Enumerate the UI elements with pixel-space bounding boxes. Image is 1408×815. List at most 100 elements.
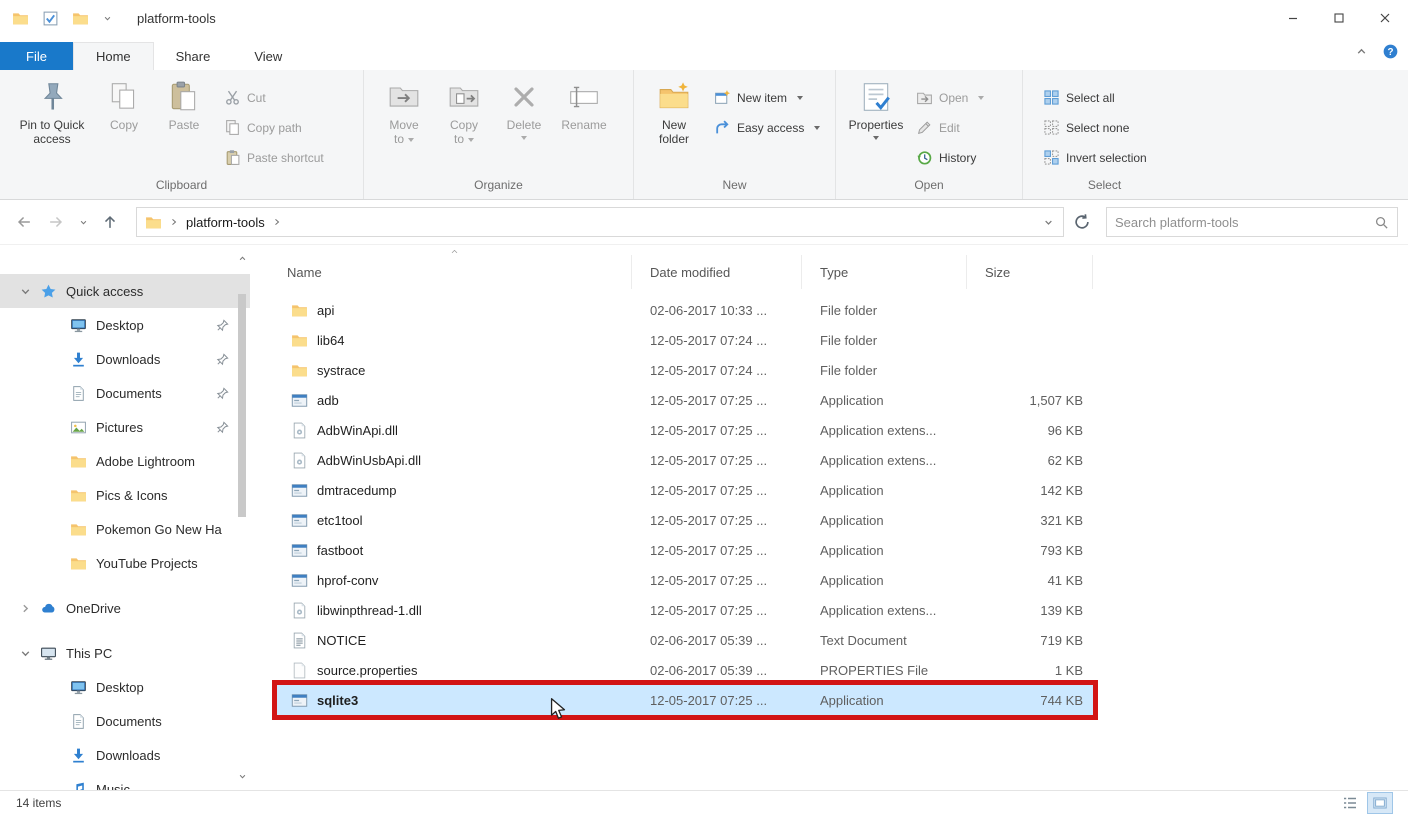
new-folder-button[interactable]: New folder <box>644 78 704 146</box>
copy-to-button[interactable]: Copy to <box>434 78 494 146</box>
file-row[interactable]: adb 12-05-2017 07:25 ... Application 1,507 … <box>277 385 1093 415</box>
file-name-text: api <box>317 302 335 318</box>
scroll-up-icon[interactable] <box>237 253 248 264</box>
sidebar-item-this-pc[interactable]: This PC <box>0 636 250 670</box>
sidebar-item-desktop[interactable]: Desktop <box>0 670 250 704</box>
qat-customize-chevron-icon[interactable] <box>102 13 113 24</box>
chevron-right-icon[interactable] <box>18 601 33 616</box>
paste-shortcut-button[interactable]: Paste shortcut <box>224 147 324 168</box>
rename-button[interactable]: Rename <box>554 78 614 132</box>
qat-properties-icon[interactable] <box>42 10 59 27</box>
file-row[interactable]: AdbWinUsbApi.dll 12-05-2017 07:25 ... Appl… <box>277 445 1093 475</box>
back-button[interactable] <box>10 210 38 234</box>
sort-ascending-icon[interactable] <box>448 247 461 256</box>
file-date-modified: 12-05-2017 07:25 ... <box>650 422 768 438</box>
sidebar-item-adobe-lightroom[interactable]: Adobe Lightroom <box>0 444 250 478</box>
search-input[interactable] <box>1115 214 1374 230</box>
new-item-icon <box>714 89 731 106</box>
file-row[interactable]: api 02-06-2017 10:33 ... File folder <box>277 295 1093 325</box>
paste-button[interactable]: Paste <box>154 78 214 132</box>
sidebar-item-pokemon-go-new-ha[interactable]: Pokemon Go New Ha <box>0 512 250 546</box>
breadcrumb-platform-tools[interactable]: platform-tools <box>186 215 265 230</box>
sidebar-item-pictures[interactable]: Pictures <box>0 410 250 444</box>
minimize-button[interactable] <box>1270 0 1316 36</box>
file-row[interactable]: systrace 12-05-2017 07:24 ... File folder <box>277 355 1093 385</box>
up-button[interactable] <box>96 210 124 234</box>
search-box[interactable] <box>1106 207 1398 237</box>
file-row[interactable]: sqlite3 12-05-2017 07:25 ... Application 74… <box>277 685 1093 715</box>
select-all-button[interactable]: Select all <box>1043 87 1147 108</box>
sidebar-item-quick-access[interactable]: Quick access <box>0 274 250 308</box>
chevron-down-icon[interactable] <box>18 646 33 661</box>
details-view-button[interactable] <box>1338 793 1362 813</box>
copy-path-button[interactable]: Copy path <box>224 117 324 138</box>
main-content: Quick access Desktop Downloads Documents Pic… <box>0 245 1408 790</box>
qat-new-folder-icon[interactable] <box>72 10 89 27</box>
sidebar-item-downloads[interactable]: Downloads <box>0 342 250 376</box>
copy-button[interactable]: Copy <box>94 78 154 132</box>
move-to-button[interactable]: Move to <box>374 78 434 146</box>
location-folder-icon <box>145 214 162 231</box>
group-label-select: Select <box>1087 178 1122 192</box>
properties-button[interactable]: Properties <box>846 78 906 140</box>
cut-button[interactable]: Cut <box>224 87 324 108</box>
address-dropdown-icon[interactable] <box>1042 216 1055 229</box>
maximize-button[interactable] <box>1316 0 1362 36</box>
scroll-down-icon[interactable] <box>237 771 248 782</box>
pin-to-quick-access-button[interactable]: Pin to Quick access <box>10 78 94 146</box>
refresh-button[interactable] <box>1068 210 1096 234</box>
scrollbar-thumb[interactable] <box>238 294 246 518</box>
tab-view[interactable]: View <box>232 42 304 70</box>
close-button[interactable] <box>1362 0 1408 36</box>
paste-shortcut-label: Paste shortcut <box>247 150 324 165</box>
breadcrumb-separator-icon[interactable] <box>271 216 283 228</box>
history-button[interactable]: History <box>916 147 984 168</box>
file-date-modified: 12-05-2017 07:25 ... <box>650 392 768 408</box>
tab-file[interactable]: File <box>0 42 73 70</box>
ribbon-tab-strip: File Home Share View ? <box>0 36 1408 70</box>
file-row[interactable]: AdbWinApi.dll 12-05-2017 07:25 ... Applica… <box>277 415 1093 445</box>
new-item-button[interactable]: New item <box>714 87 820 108</box>
help-icon[interactable]: ? <box>1383 44 1398 59</box>
open-button[interactable]: Open <box>916 87 985 108</box>
easy-access-button[interactable]: Easy access <box>714 117 821 138</box>
tab-share[interactable]: Share <box>154 42 233 70</box>
file-row[interactable]: hprof-conv 12-05-2017 07:25 ... Applicatio… <box>277 565 1093 595</box>
sidebar-item-pics-icons[interactable]: Pics & Icons <box>0 478 250 512</box>
file-row[interactable]: etc1tool 12-05-2017 07:25 ... Application 3… <box>277 505 1093 535</box>
delete-button[interactable]: Delete <box>494 78 554 140</box>
sidebar-item-music[interactable]: Music <box>0 772 250 790</box>
breadcrumb-separator-icon[interactable] <box>168 216 180 228</box>
sidebar-item-onedrive[interactable]: OneDrive <box>0 591 250 625</box>
sidebar-item-documents[interactable]: Documents <box>0 704 250 738</box>
select-none-button[interactable]: Select none <box>1043 117 1147 138</box>
search-icon[interactable] <box>1374 215 1389 230</box>
column-header-date-modified[interactable]: Date modified <box>632 255 802 289</box>
sidebar-item-downloads[interactable]: Downloads <box>0 738 250 772</box>
sidebar-scrollbar[interactable] <box>235 253 249 782</box>
sidebar-item-documents[interactable]: Documents <box>0 376 250 410</box>
file-row[interactable]: fastboot 12-05-2017 07:25 ... Application 7… <box>277 535 1093 565</box>
forward-button[interactable] <box>42 210 70 234</box>
sidebar-item-desktop[interactable]: Desktop <box>0 308 250 342</box>
file-row[interactable]: libwinpthread-1.dll 12-05-2017 07:25 ... A… <box>277 595 1093 625</box>
column-header-size[interactable]: Size <box>967 255 1093 289</box>
file-row[interactable]: source.properties 02-06-2017 05:39 ... PRO… <box>277 655 1093 685</box>
column-header-type[interactable]: Type <box>802 255 967 289</box>
pin-icon <box>215 318 230 333</box>
minimize-ribbon-icon[interactable] <box>1354 44 1369 59</box>
edit-button[interactable]: Edit <box>916 117 984 138</box>
large-icons-view-button[interactable] <box>1367 792 1393 814</box>
tab-home[interactable]: Home <box>72 42 154 70</box>
file-row[interactable]: dmtracedump 12-05-2017 07:25 ... Applicati… <box>277 475 1093 505</box>
scrollbar-track[interactable] <box>235 264 249 771</box>
column-header-name[interactable]: Name <box>277 255 632 289</box>
chevron-down-icon[interactable] <box>18 284 33 299</box>
address-box[interactable]: platform-tools <box>136 207 1064 237</box>
recent-locations-chevron-icon[interactable] <box>74 210 92 234</box>
invert-selection-button[interactable]: Invert selection <box>1043 147 1147 168</box>
sidebar-item-youtube-projects[interactable]: YouTube Projects <box>0 546 250 580</box>
file-row[interactable]: NOTICE 02-06-2017 05:39 ... Text Document 7… <box>277 625 1093 655</box>
file-row[interactable]: lib64 12-05-2017 07:24 ... File folder <box>277 325 1093 355</box>
file-name: systrace <box>277 362 632 379</box>
